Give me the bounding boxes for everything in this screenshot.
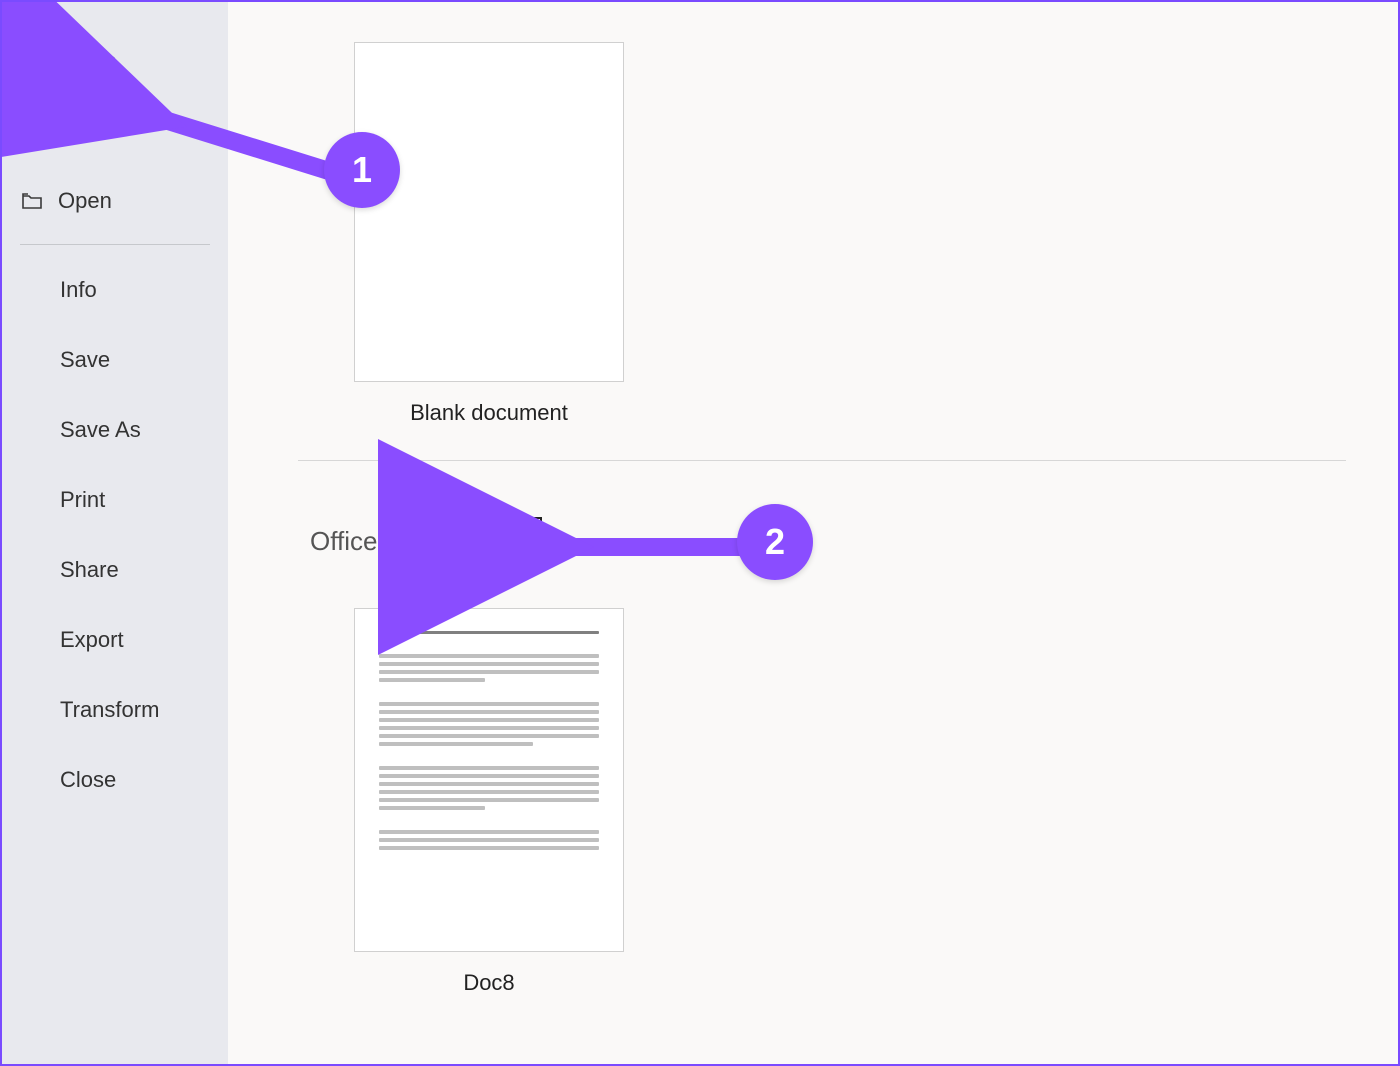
sidebar-item-save[interactable]: Save [2,325,228,395]
sidebar-label-print: Print [60,487,105,513]
tab-office-label: Office [310,526,377,556]
sidebar-item-home[interactable]: Home [2,26,228,96]
template-category-tabs: Office Personal [308,517,1346,566]
annotation-badge-2-text: 2 [765,521,785,563]
templates-divider [298,460,1346,461]
backstage-main: Blank document Office Personal [228,2,1398,1064]
sidebar-item-transform[interactable]: Transform [2,675,228,745]
annotation-badge-1: 1 [324,132,400,208]
sidebar-item-export[interactable]: Export [2,605,228,675]
blank-document-thumbnail [354,42,624,382]
sidebar-label-transform: Transform [60,697,159,723]
sidebar-item-info[interactable]: Info [2,255,228,325]
sidebar-label-share: Share [60,557,119,583]
personal-templates-area: Doc8 [354,608,1346,996]
home-icon [20,49,58,73]
backstage-frame: Home New Open Info Save Save As Print [0,0,1400,1066]
sidebar-divider [20,244,210,245]
sidebar-label-home: Home [58,48,117,74]
sidebar-label-save: Save [60,347,110,373]
sidebar-item-print[interactable]: Print [2,465,228,535]
template-blank-document[interactable]: Blank document [354,42,624,426]
template-doc8[interactable]: Doc8 [354,608,624,996]
blank-document-label: Blank document [410,400,568,426]
annotation-arrow-1 [122,94,362,204]
doc8-thumbnail [354,608,624,952]
doc8-label: Doc8 [354,970,624,996]
annotation-badge-1-text: 1 [352,149,372,191]
tab-office[interactable]: Office [308,522,379,561]
sidebar-label-save-as: Save As [60,417,141,443]
sidebar-item-save-as[interactable]: Save As [2,395,228,465]
tab-personal-label: Personal [427,525,530,555]
folder-open-icon [20,189,58,213]
sidebar-item-close[interactable]: Close [2,745,228,815]
annotation-arrow-2 [530,522,760,572]
annotation-badge-2: 2 [737,504,813,580]
document-icon [20,119,58,143]
sidebar-label-close: Close [60,767,116,793]
sidebar-label-export: Export [60,627,124,653]
tab-personal[interactable]: Personal [415,517,542,566]
sidebar-item-share[interactable]: Share [2,535,228,605]
sidebar-label-info: Info [60,277,97,303]
sidebar-label-open: Open [58,188,112,214]
sidebar-label-new: New [58,118,102,144]
